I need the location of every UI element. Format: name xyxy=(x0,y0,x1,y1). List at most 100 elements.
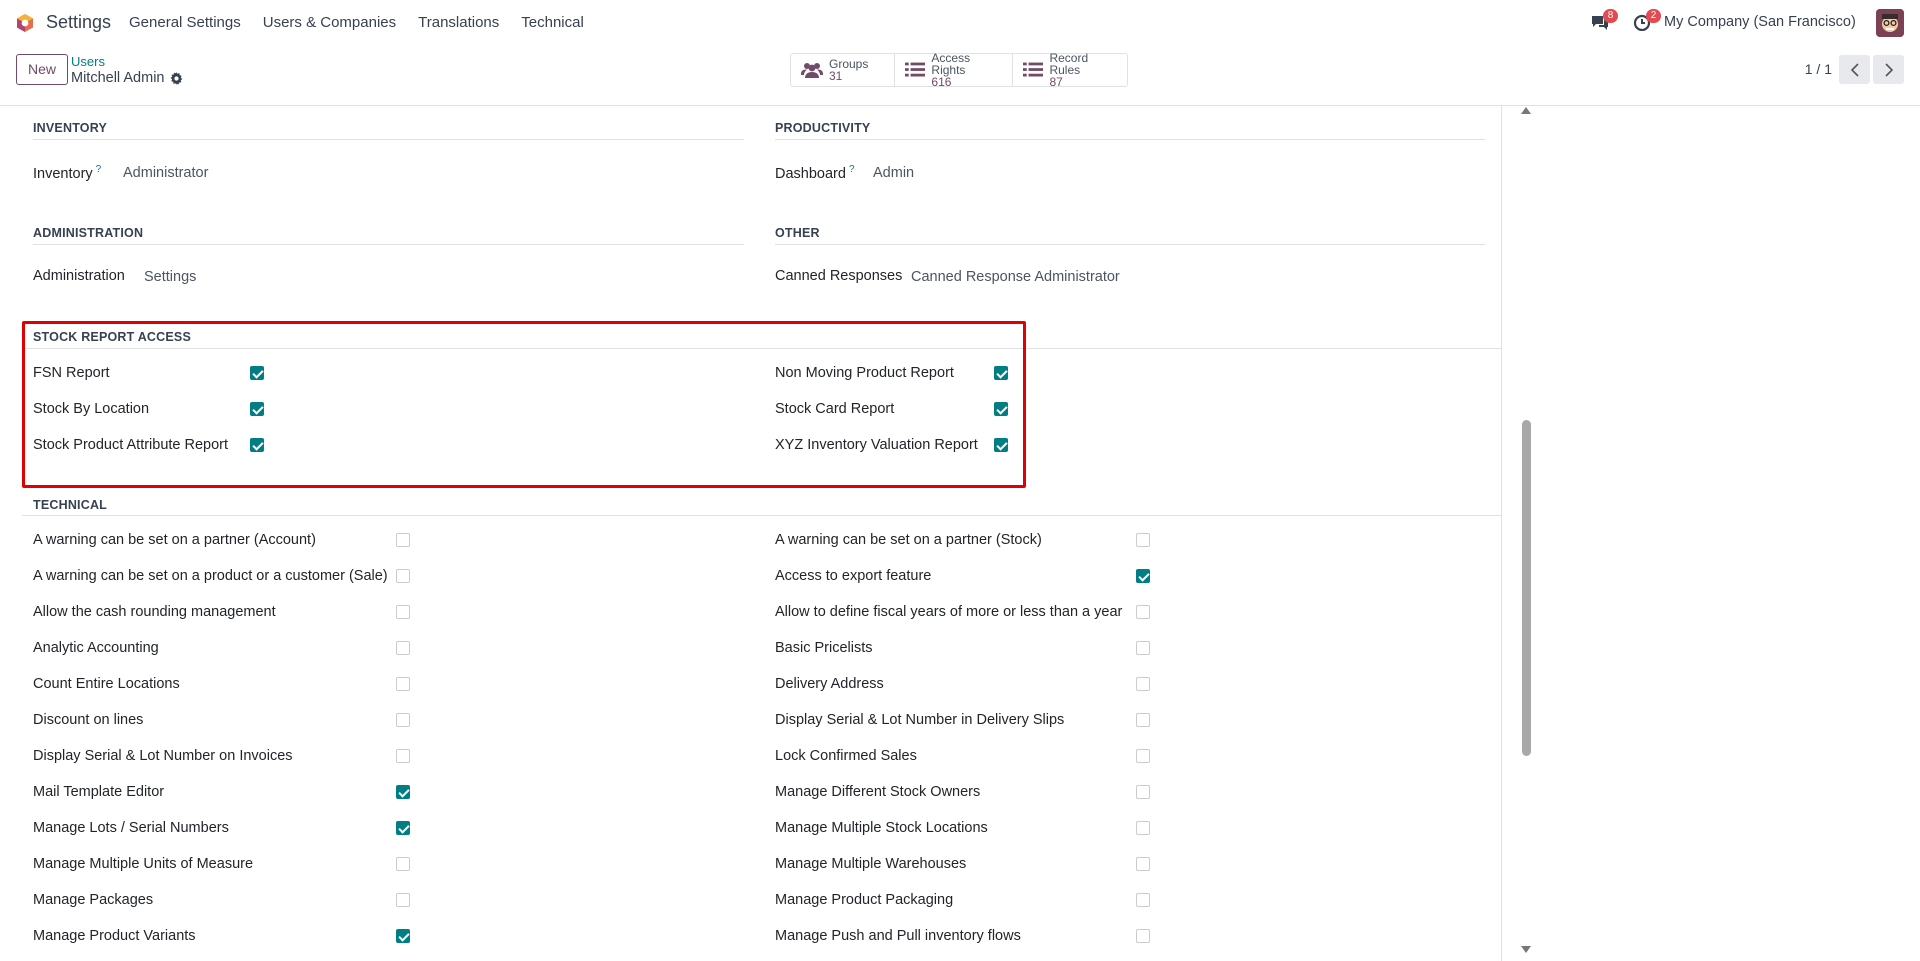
breadcrumb-users-link[interactable]: Users xyxy=(71,54,105,69)
technical-left-checkbox[interactable] xyxy=(396,533,410,547)
technical-right-label: Basic Pricelists xyxy=(775,640,873,656)
scrollbar-thumb[interactable] xyxy=(1522,420,1531,756)
section-title-productivity: PRODUCTIVITY xyxy=(775,121,871,135)
technical-left-checkbox[interactable] xyxy=(396,677,410,691)
inventory-label-text: Inventory xyxy=(33,165,93,182)
technical-right-checkbox[interactable] xyxy=(1136,749,1150,763)
technical-right-label: Manage Product Packaging xyxy=(775,892,954,908)
user-avatar[interactable] xyxy=(1876,9,1904,37)
technical-left-checkbox[interactable] xyxy=(396,569,410,583)
record-rules-count: 87 xyxy=(1049,75,1063,89)
main-menu: General Settings Users & Companies Trans… xyxy=(118,0,595,46)
canned-responses-field-value[interactable]: Canned Response Administrator xyxy=(911,269,1120,285)
app-name[interactable]: Settings xyxy=(46,12,111,33)
technical-right-checkbox[interactable] xyxy=(1136,821,1150,835)
list-icon xyxy=(1023,62,1044,77)
technical-right-checkbox[interactable] xyxy=(1136,533,1150,547)
technical-right-label: Delivery Address xyxy=(775,676,884,692)
technical-right-checkbox[interactable] xyxy=(1136,605,1150,619)
groups-smart-button[interactable]: Groups 31 xyxy=(791,54,895,86)
record-rules-smart-button[interactable]: Record Rules 87 xyxy=(1013,51,1127,89)
record-name: Mitchell Admin xyxy=(71,70,165,86)
inventory-field-label: Inventory? xyxy=(33,164,101,182)
technical-left-label: Analytic Accounting xyxy=(33,640,159,656)
menu-general-settings[interactable]: General Settings xyxy=(118,0,252,46)
canned-responses-field-label: Canned Responses xyxy=(775,268,903,284)
record-rules-label: Record Rules xyxy=(1049,51,1089,77)
control-panel: New Users Mitchell Admin Groups 31 Acces… xyxy=(0,46,1920,106)
technical-left-checkbox[interactable] xyxy=(396,929,410,943)
technical-left-checkbox[interactable] xyxy=(396,857,410,871)
technical-right-checkbox[interactable] xyxy=(1136,893,1150,907)
section-title-inventory: INVENTORY xyxy=(33,121,108,135)
menu-translations[interactable]: Translations xyxy=(407,0,510,46)
pager-next-button[interactable] xyxy=(1873,55,1904,84)
technical-left-label: Display Serial & Lot Number on Invoices xyxy=(33,748,293,764)
technical-right-label: Manage Multiple Stock Locations xyxy=(775,820,988,836)
avatar-face-icon xyxy=(1876,9,1904,37)
technical-left-checkbox[interactable] xyxy=(396,713,410,727)
technical-left-label: A warning can be set on a partner (Accou… xyxy=(33,532,316,548)
technical-left-checkbox[interactable] xyxy=(396,749,410,763)
technical-left-checkbox[interactable] xyxy=(396,641,410,655)
technical-left-label: Mail Template Editor xyxy=(33,784,165,800)
technical-right-checkbox[interactable] xyxy=(1136,785,1150,799)
technical-left-label: Count Entire Locations xyxy=(33,676,180,692)
odoo-logo-icon[interactable] xyxy=(15,13,35,33)
messages-button[interactable]: 8 xyxy=(1590,9,1618,33)
systray: 8 2 My Company (San Francisco) xyxy=(1590,0,1920,46)
messages-count-badge: 8 xyxy=(1603,9,1618,23)
dashboard-field-value[interactable]: Admin xyxy=(873,165,914,181)
dashboard-label-text: Dashboard xyxy=(775,165,846,182)
new-button[interactable]: New xyxy=(16,54,69,85)
technical-right-label: Allow to define fiscal years of more or … xyxy=(775,604,1123,620)
activities-count-badge: 2 xyxy=(1646,9,1661,23)
technical-left-checkbox[interactable] xyxy=(396,605,410,619)
user-form-sheet: INVENTORY PRODUCTIVITY Inventory? Admini… xyxy=(0,106,1502,961)
technical-left-checkbox[interactable] xyxy=(396,821,410,835)
company-switcher[interactable]: My Company (San Francisco) xyxy=(1664,14,1856,30)
technical-right-checkbox[interactable] xyxy=(1136,929,1150,943)
technical-right-checkbox[interactable] xyxy=(1136,713,1150,727)
inventory-field-value[interactable]: Administrator xyxy=(123,165,208,181)
scroll-down-arrow-icon[interactable] xyxy=(1521,946,1531,953)
technical-left-checkbox[interactable] xyxy=(396,893,410,907)
technical-left-label: Manage Multiple Units of Measure xyxy=(33,856,254,872)
groups-count: 31 xyxy=(829,69,843,83)
access-rights-count: 616 xyxy=(931,75,952,89)
technical-right-checkbox[interactable] xyxy=(1136,569,1150,583)
pager-previous-button[interactable] xyxy=(1839,55,1870,84)
top-navbar: Settings General Settings Users & Compan… xyxy=(0,0,1920,46)
technical-left-label: Manage Product Variants xyxy=(33,928,196,944)
access-rights-label: Access Rights xyxy=(931,51,971,77)
administration-field-label: Administration xyxy=(33,268,125,284)
access-rights-smart-button[interactable]: Access Rights 616 xyxy=(895,51,1013,89)
help-tooltip-icon[interactable]: ? xyxy=(849,164,855,175)
pager-value[interactable]: 1 / 1 xyxy=(1805,61,1832,77)
help-tooltip-icon[interactable]: ? xyxy=(96,164,102,175)
technical-right-checkbox[interactable] xyxy=(1136,857,1150,871)
divider xyxy=(775,244,1485,245)
technical-right-label: Display Serial & Lot Number in Delivery … xyxy=(775,712,1065,728)
technical-left-label: Manage Packages xyxy=(33,892,154,908)
menu-technical[interactable]: Technical xyxy=(510,0,595,46)
divider xyxy=(33,244,744,245)
technical-right-checkbox[interactable] xyxy=(1136,677,1150,691)
smart-buttons: Groups 31 Access Rights 616 Record Rules… xyxy=(790,51,1128,89)
technical-right-checkbox[interactable] xyxy=(1136,641,1150,655)
technical-left-label: Discount on lines xyxy=(33,712,144,728)
scroll-up-arrow-icon[interactable] xyxy=(1521,107,1531,114)
divider xyxy=(775,139,1485,140)
activities-button[interactable]: 2 xyxy=(1633,9,1661,33)
administration-field-value[interactable]: Settings xyxy=(144,269,196,285)
highlight-box xyxy=(22,321,1026,488)
technical-right-label: Manage Multiple Warehouses xyxy=(775,856,967,872)
dashboard-field-label: Dashboard? xyxy=(775,164,855,182)
divider xyxy=(22,515,1501,516)
technical-right-label: Access to export feature xyxy=(775,568,932,584)
users-icon xyxy=(801,63,823,78)
gear-icon[interactable] xyxy=(170,71,183,85)
technical-left-checkbox[interactable] xyxy=(396,785,410,799)
chevron-left-icon xyxy=(1850,62,1859,77)
menu-users-companies[interactable]: Users & Companies xyxy=(252,0,407,46)
